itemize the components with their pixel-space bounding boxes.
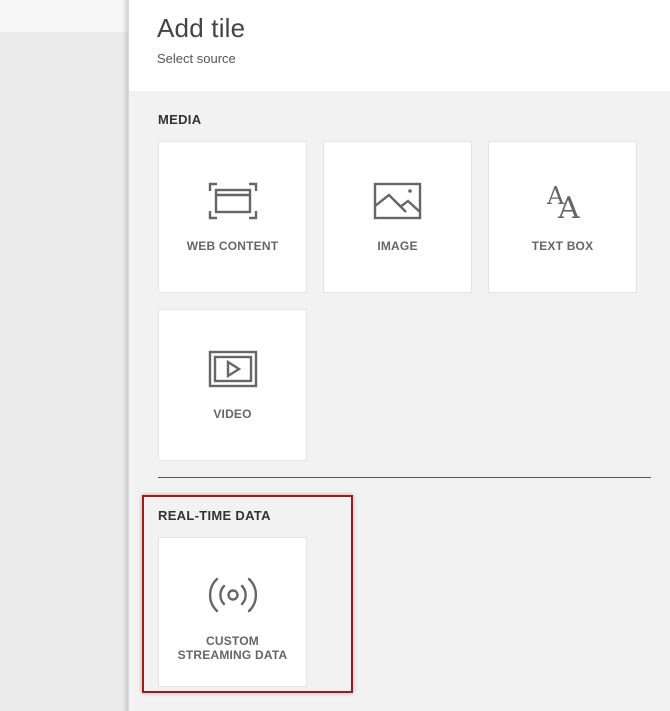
- tile-label: TEXT BOX: [531, 239, 594, 253]
- panel-subtitle: Select source: [157, 51, 236, 66]
- tile-image[interactable]: IMAGE: [323, 141, 472, 293]
- tile-label: IMAGE: [377, 239, 418, 253]
- text-box-icon: A A: [537, 180, 589, 222]
- tile-video[interactable]: VIDEO: [158, 309, 307, 461]
- background-page: [0, 0, 128, 711]
- add-tile-panel: Add tile Select source MEDIA WEB CONTENT: [128, 0, 670, 711]
- section-divider: [158, 477, 651, 478]
- tile-web-content[interactable]: WEB CONTENT: [158, 141, 307, 293]
- tile-custom-streaming-data[interactable]: CUSTOM STREAMING DATA: [158, 537, 307, 687]
- tile-label: VIDEO: [213, 407, 252, 421]
- panel-title: Add tile: [157, 13, 246, 43]
- tile-label: CUSTOM STREAMING DATA: [159, 634, 306, 662]
- image-icon: [372, 180, 424, 222]
- tile-label-line1: CUSTOM: [206, 634, 259, 648]
- video-icon: [207, 348, 259, 390]
- panel-header: Add tile Select source: [129, 0, 670, 91]
- media-section-heading: MEDIA: [158, 112, 202, 127]
- svg-text:A: A: [557, 191, 580, 222]
- background-header-bar: [0, 0, 128, 32]
- web-content-icon: [207, 180, 259, 222]
- tile-label: WEB CONTENT: [186, 239, 279, 253]
- tile-text-box[interactable]: A A TEXT BOX: [488, 141, 637, 293]
- realtime-section-heading: REAL-TIME DATA: [158, 508, 271, 523]
- tile-label-line2: STREAMING DATA: [177, 648, 288, 662]
- streaming-data-icon: [207, 574, 259, 616]
